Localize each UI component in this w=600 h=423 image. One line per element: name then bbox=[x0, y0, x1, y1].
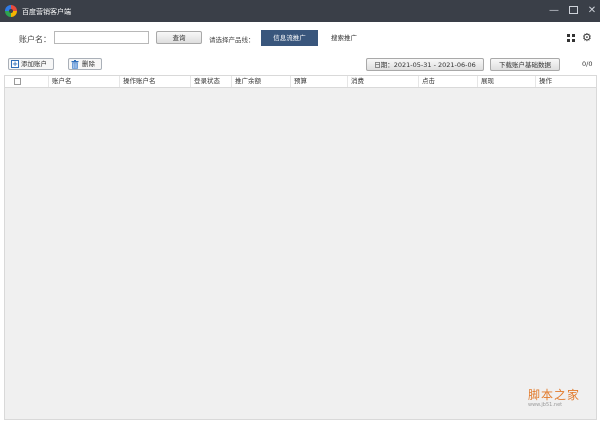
select-all-checkbox[interactable] bbox=[14, 78, 21, 85]
download-account-data-button[interactable]: 下载账户基础数据 bbox=[490, 58, 560, 71]
maximize-icon bbox=[568, 6, 578, 14]
title-bar: 百度营销客户端 — ✕ bbox=[0, 0, 600, 22]
column-header-cost[interactable]: 消费 bbox=[347, 76, 419, 87]
column-header-operator-account[interactable]: 操作账户名 bbox=[119, 76, 191, 87]
delete-button[interactable]: 删除 bbox=[68, 58, 102, 70]
column-header-login-status[interactable]: 登录状态 bbox=[190, 76, 233, 87]
account-table: 账户名 操作账户名 登录状态 推广余额 预算 消费 点击 展现 操作 bbox=[4, 75, 597, 420]
maximize-button[interactable] bbox=[566, 4, 580, 18]
tab-feed-promotion[interactable]: 信息流推广 bbox=[261, 30, 318, 46]
record-count: 0/0 bbox=[582, 60, 593, 68]
gear-icon[interactable]: ⚙ bbox=[582, 32, 592, 43]
minimize-button[interactable]: — bbox=[547, 4, 561, 18]
close-button[interactable]: ✕ bbox=[585, 4, 599, 18]
date-range-button[interactable]: 日期：2021-05-31 - 2021-06-06 bbox=[366, 58, 484, 71]
column-header-actions[interactable]: 操作 bbox=[535, 76, 596, 87]
column-header-clicks[interactable]: 点击 bbox=[418, 76, 478, 87]
column-header-budget[interactable]: 预算 bbox=[290, 76, 348, 87]
grid-icon[interactable] bbox=[567, 34, 575, 42]
plus-icon: + bbox=[11, 60, 19, 68]
tab-search-promotion[interactable]: 搜索推广 bbox=[324, 30, 364, 46]
column-header-balance[interactable]: 推广余额 bbox=[231, 76, 291, 87]
baidu-logo-icon bbox=[5, 5, 17, 17]
watermark-main: 脚本之家 bbox=[528, 388, 581, 402]
add-account-button[interactable]: + 添加账户 bbox=[8, 58, 54, 70]
trash-icon bbox=[71, 60, 79, 69]
column-header-account[interactable]: 账户名 bbox=[48, 76, 121, 87]
column-header-impressions[interactable]: 展现 bbox=[477, 76, 536, 87]
add-account-label: 添加账户 bbox=[21, 60, 47, 68]
table-header: 账户名 操作账户名 登录状态 推广余额 预算 消费 点击 展现 操作 bbox=[5, 76, 596, 88]
window-title: 百度营销客户端 bbox=[22, 8, 71, 16]
product-line-label: 请选择产品线： bbox=[209, 36, 255, 44]
query-button[interactable]: 查询 bbox=[156, 31, 202, 44]
delete-label: 删除 bbox=[82, 60, 95, 68]
account-name-input[interactable] bbox=[54, 31, 149, 44]
account-name-label: 账户名： bbox=[19, 35, 51, 44]
watermark: 脚本之家 www.jb51.net bbox=[528, 386, 580, 408]
